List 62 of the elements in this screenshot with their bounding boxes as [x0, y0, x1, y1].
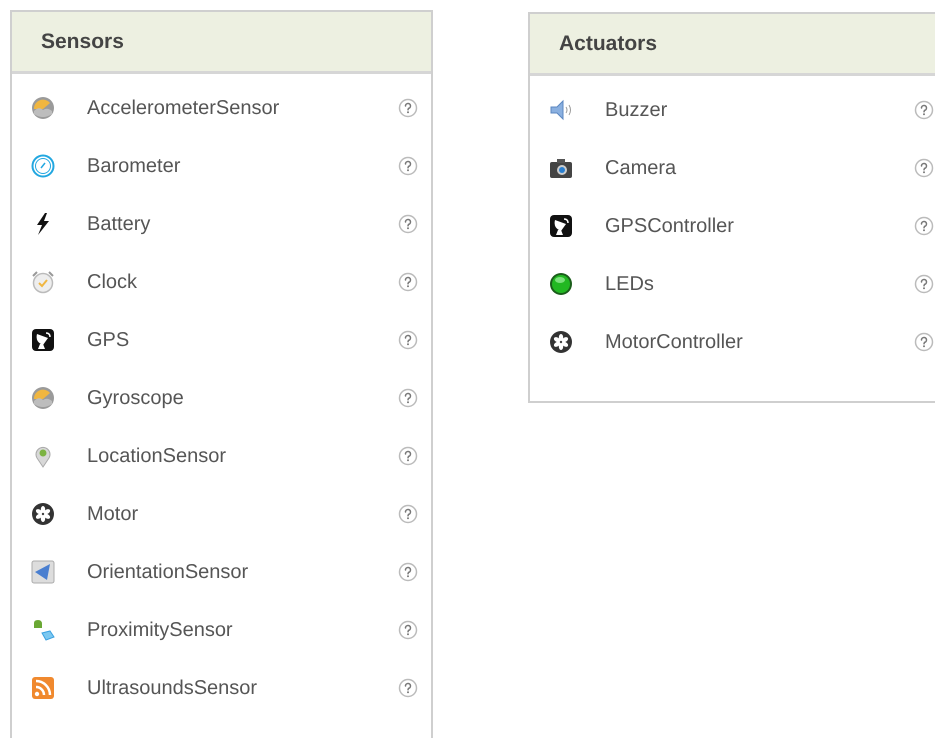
- help-icon[interactable]: [398, 98, 418, 118]
- help-icon[interactable]: [398, 446, 418, 466]
- component-item[interactable]: Gyroscope: [12, 369, 431, 427]
- component-item[interactable]: Battery: [12, 195, 431, 253]
- item-label: LEDs: [605, 272, 655, 297]
- component-item[interactable]: LocationSensor: [12, 427, 431, 485]
- item-label: UltrasoundsSensor: [87, 676, 258, 701]
- item-label: Battery: [87, 212, 152, 237]
- component-item[interactable]: GPSController: [530, 197, 935, 255]
- item-label: GPS: [87, 328, 130, 353]
- item-label: Camera: [605, 156, 678, 181]
- help-icon[interactable]: [398, 272, 418, 292]
- gauge-icon: [31, 386, 55, 410]
- panel-title: Sensors: [41, 28, 124, 55]
- item-label: Buzzer: [605, 98, 668, 123]
- help-icon[interactable]: [398, 504, 418, 524]
- gauge-icon: [31, 96, 55, 120]
- gauge-icon: [31, 154, 55, 178]
- help-icon[interactable]: [398, 388, 418, 408]
- help-icon[interactable]: [914, 216, 934, 236]
- help-icon[interactable]: [914, 158, 934, 178]
- component-item[interactable]: GPS: [12, 311, 431, 369]
- component-item[interactable]: OrientationSensor: [12, 543, 431, 601]
- led-icon: [549, 272, 573, 296]
- satellite-dish-icon: [31, 328, 55, 352]
- component-item[interactable]: UltrasoundsSensor: [12, 659, 431, 717]
- help-icon[interactable]: [398, 620, 418, 640]
- component-item[interactable]: Buzzer: [530, 81, 935, 139]
- component-item[interactable]: Clock: [12, 253, 431, 311]
- help-icon[interactable]: [398, 214, 418, 234]
- component-item[interactable]: AccelerometerSensor: [12, 79, 431, 137]
- help-icon[interactable]: [398, 562, 418, 582]
- item-label: OrientationSensor: [87, 560, 250, 585]
- item-label: LocationSensor: [87, 444, 227, 469]
- component-item[interactable]: LEDs: [530, 255, 935, 313]
- speaker-icon: [549, 98, 573, 122]
- item-label: Clock: [87, 270, 138, 295]
- item-label: Barometer: [87, 154, 182, 179]
- item-label: AccelerometerSensor: [87, 96, 280, 121]
- item-label: GPSController: [605, 214, 735, 239]
- panel-title: Actuators: [559, 30, 658, 57]
- help-icon[interactable]: [398, 678, 418, 698]
- component-item[interactable]: ProximitySensor: [12, 601, 431, 659]
- help-icon[interactable]: [914, 274, 934, 294]
- item-label: ProximitySensor: [87, 618, 234, 643]
- help-icon[interactable]: [914, 332, 934, 352]
- item-label: Gyroscope: [87, 386, 185, 411]
- item-label: MotorController: [605, 330, 744, 355]
- component-item[interactable]: Camera: [530, 139, 935, 197]
- fan-icon: [549, 330, 573, 354]
- item-label: Motor: [87, 502, 140, 527]
- satellite-dish-icon: [549, 214, 573, 238]
- component-item[interactable]: Motor: [12, 485, 431, 543]
- fan-icon: [31, 502, 55, 526]
- help-icon[interactable]: [398, 330, 418, 350]
- rss-icon: [31, 676, 55, 700]
- help-icon[interactable]: [914, 100, 934, 120]
- help-icon[interactable]: [398, 156, 418, 176]
- camera-icon: [549, 156, 573, 180]
- alarm-clock-icon: [31, 270, 55, 294]
- component-item[interactable]: Barometer: [12, 137, 431, 195]
- component-item[interactable]: MotorController: [530, 313, 935, 371]
